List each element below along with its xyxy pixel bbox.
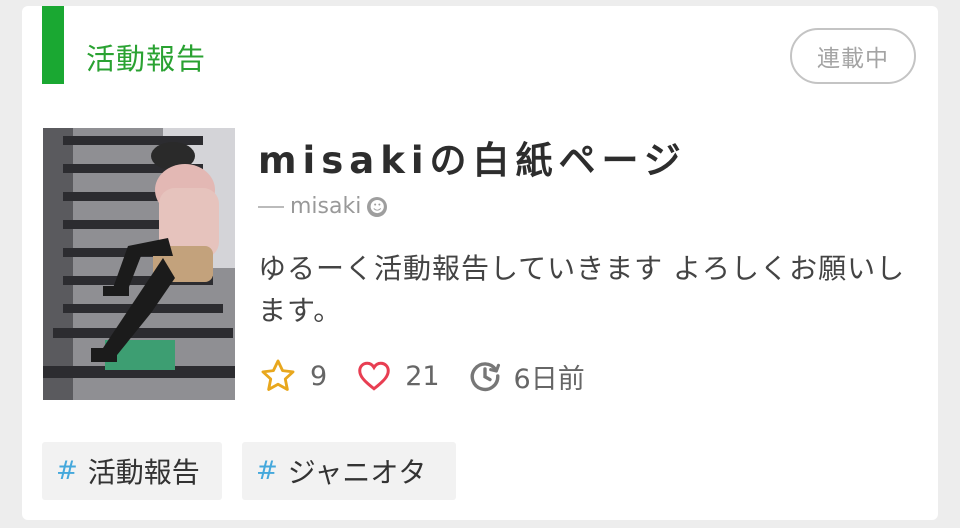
category-accent-bar (42, 6, 64, 84)
status-badge: 連載中 (790, 28, 916, 84)
likes-stat[interactable]: 21 (355, 358, 440, 394)
story-description: ゆるーく活動報告していきます よろしくお願いします。 (258, 252, 906, 327)
star-icon (261, 359, 295, 391)
favorites-stat[interactable]: 9 (258, 357, 327, 395)
heart-icon (358, 361, 390, 391)
category-heading: 活動報告 (86, 42, 207, 76)
story-card[interactable]: 活動報告 連載中 misakiの白紙ページ misaki ☻ ゆるーく活動報告し… (22, 6, 938, 520)
hash-icon: # (56, 456, 78, 486)
updated-stat: 6日前 (468, 357, 585, 396)
author-name[interactable]: misaki (290, 194, 361, 219)
cover-image-illustration (43, 128, 235, 400)
favorites-count: 9 (310, 360, 328, 392)
author-dash (258, 205, 284, 208)
tag-johnny-fan[interactable]: # ジャニオタ (242, 442, 456, 500)
clock-icon (470, 362, 500, 392)
cover-image[interactable] (43, 128, 235, 400)
tag-activity-report[interactable]: # 活動報告 (42, 442, 222, 500)
tag-label: 活動報告 (87, 456, 200, 489)
likes-count: 21 (405, 360, 440, 392)
story-title[interactable]: misakiの白紙ページ (258, 130, 687, 184)
hash-icon: # (256, 456, 278, 486)
author-line[interactable]: misaki ☻ (258, 194, 388, 219)
tag-label: ジャニオタ (287, 456, 427, 489)
smile-icon: ☻ (367, 196, 388, 217)
story-stats: 9 21 6日前 (258, 356, 613, 396)
updated-time: 6日前 (513, 363, 585, 395)
